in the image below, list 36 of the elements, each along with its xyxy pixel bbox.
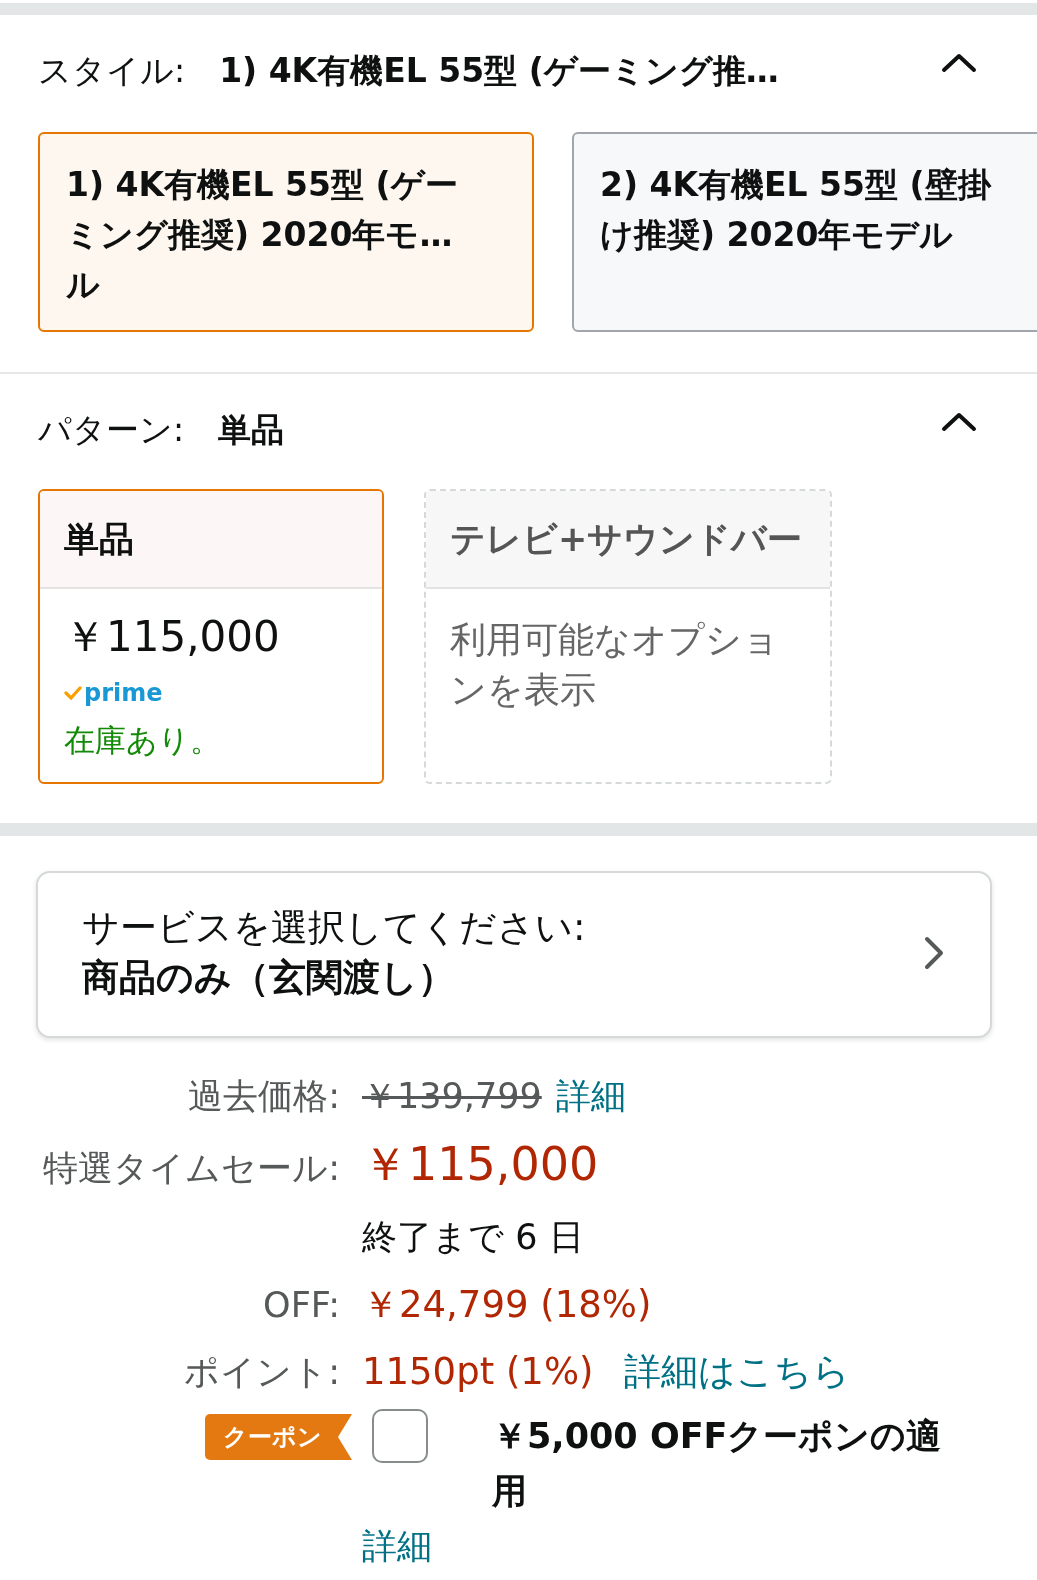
details-link[interactable]: 詳細はこちら xyxy=(623,1350,850,1393)
chevron-right-icon xyxy=(924,936,944,970)
check-icon xyxy=(64,686,82,700)
points-amount: 1150pt (1%) xyxy=(362,1350,594,1393)
coupon-badge: クーポン xyxy=(205,1414,352,1460)
style-option[interactable]: 1) 4K有機EL 55型 (ゲーミング推奨) 2020年モ…ル xyxy=(38,132,534,332)
option-value: 単品 xyxy=(218,408,285,451)
style-option[interactable]: 2) 4K有機EL 55型 (壁掛け推奨) 2020年モデル xyxy=(572,132,1037,332)
deal-countdown: 終了まで 6 日 xyxy=(362,1217,584,1257)
prime-label: prime xyxy=(84,679,163,707)
option-title: 単品 xyxy=(40,491,382,589)
chevron-up-icon[interactable] xyxy=(941,53,977,73)
price-label: 特選タイムセール: xyxy=(43,1148,340,1188)
option-price: ￥115,000 xyxy=(64,611,280,663)
price-label: OFF: xyxy=(263,1285,340,1325)
stock-status: 在庫あり。 xyxy=(64,721,221,760)
chevron-up-icon[interactable] xyxy=(941,412,977,432)
details-link[interactable]: 詳細 xyxy=(362,1519,432,1574)
coupon-checkbox[interactable] xyxy=(372,1409,428,1463)
option-title: テレビ+サウンドバー xyxy=(426,491,830,589)
pattern-option[interactable]: テレビ+サウンドバー 利用可能なオプションを表示 xyxy=(424,489,832,784)
details-link[interactable]: 詳細 xyxy=(555,1076,626,1116)
list-price: ￥139,799 xyxy=(362,1076,542,1116)
service-selector[interactable]: サービスを選択してください: 商品のみ（玄関渡し） xyxy=(36,871,992,1038)
service-prompt: サービスを選択してください: xyxy=(82,905,586,951)
savings-amount: ￥24,799 (18%) xyxy=(362,1283,652,1326)
option-label: スタイル: xyxy=(38,49,186,92)
price-label: ポイント: xyxy=(184,1352,340,1392)
option-value: 1) 4K有機EL 55型 (ゲーミング推… xyxy=(219,49,779,92)
option-label: パターン: xyxy=(38,408,185,451)
pattern-option[interactable]: 単品 ￥115,000 prime 在庫あり。 xyxy=(38,489,384,784)
coupon-text: ￥5,000 OFFクーポンの適用 xyxy=(492,1415,943,1513)
option-note: 利用可能なオプションを表示 xyxy=(450,618,780,712)
price-label: 過去価格: xyxy=(188,1076,340,1116)
service-value: 商品のみ（玄関渡し） xyxy=(82,955,455,1001)
sale-price: ￥115,000 xyxy=(362,1137,599,1191)
